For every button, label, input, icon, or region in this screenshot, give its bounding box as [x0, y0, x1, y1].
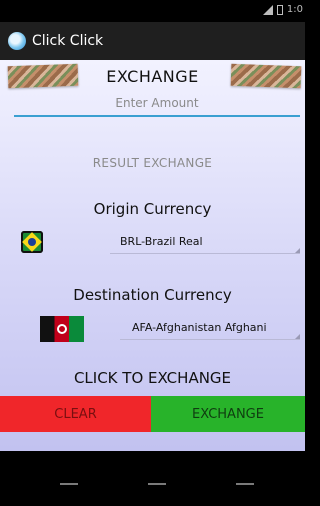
result-text: RESULT EXCHANGE [92, 156, 213, 170]
banknotes-image-right [230, 63, 302, 89]
afghanistan-flag-icon [40, 316, 84, 342]
destination-currency-value: AFA-Afghanistan Afghani [132, 321, 267, 334]
dropdown-caret-icon [295, 248, 300, 253]
home-nav-icon[interactable] [148, 483, 166, 485]
action-buttons: CLEAR EXCHANGE [0, 396, 305, 432]
origin-currency-value: BRL-Brazil Real [120, 235, 203, 248]
dropdown-caret-icon [295, 334, 300, 339]
navigation-bar [0, 451, 305, 506]
origin-currency-row: BRL-Brazil Real [0, 230, 305, 256]
destination-currency-row: AFA-Afghanistan Afghani [0, 316, 305, 342]
click-to-exchange-label: CLICK TO EXCHANGE [73, 369, 232, 387]
action-bar: Click Click [0, 22, 305, 60]
back-nav-icon[interactable] [60, 483, 78, 485]
status-icons: 1:0 [262, 4, 303, 15]
exchange-header: EXCHANGE [0, 63, 305, 89]
destination-currency-title: Destination Currency [73, 286, 232, 304]
recent-apps-nav-icon[interactable] [236, 483, 254, 485]
app-icon [8, 32, 26, 50]
signal-icon [262, 4, 273, 15]
origin-currency-title: Origin Currency [93, 200, 212, 218]
battery-icon [276, 4, 283, 15]
status-bar: 1:0 [0, 0, 305, 22]
app-title: Click Click [32, 33, 104, 49]
origin-currency-select[interactable]: BRL-Brazil Real [110, 232, 300, 254]
clear-button[interactable]: CLEAR [0, 396, 151, 432]
brazil-flag-icon [21, 231, 43, 253]
main-content: EXCHANGE RESULT EXCHANGE Origin Currency… [0, 60, 305, 451]
status-time: 1:0 [286, 4, 303, 15]
destination-currency-select[interactable]: AFA-Afghanistan Afghani [120, 318, 300, 340]
exchange-button[interactable]: EXCHANGE [151, 396, 305, 432]
emblem-icon [57, 324, 67, 334]
amount-input[interactable] [14, 91, 300, 117]
